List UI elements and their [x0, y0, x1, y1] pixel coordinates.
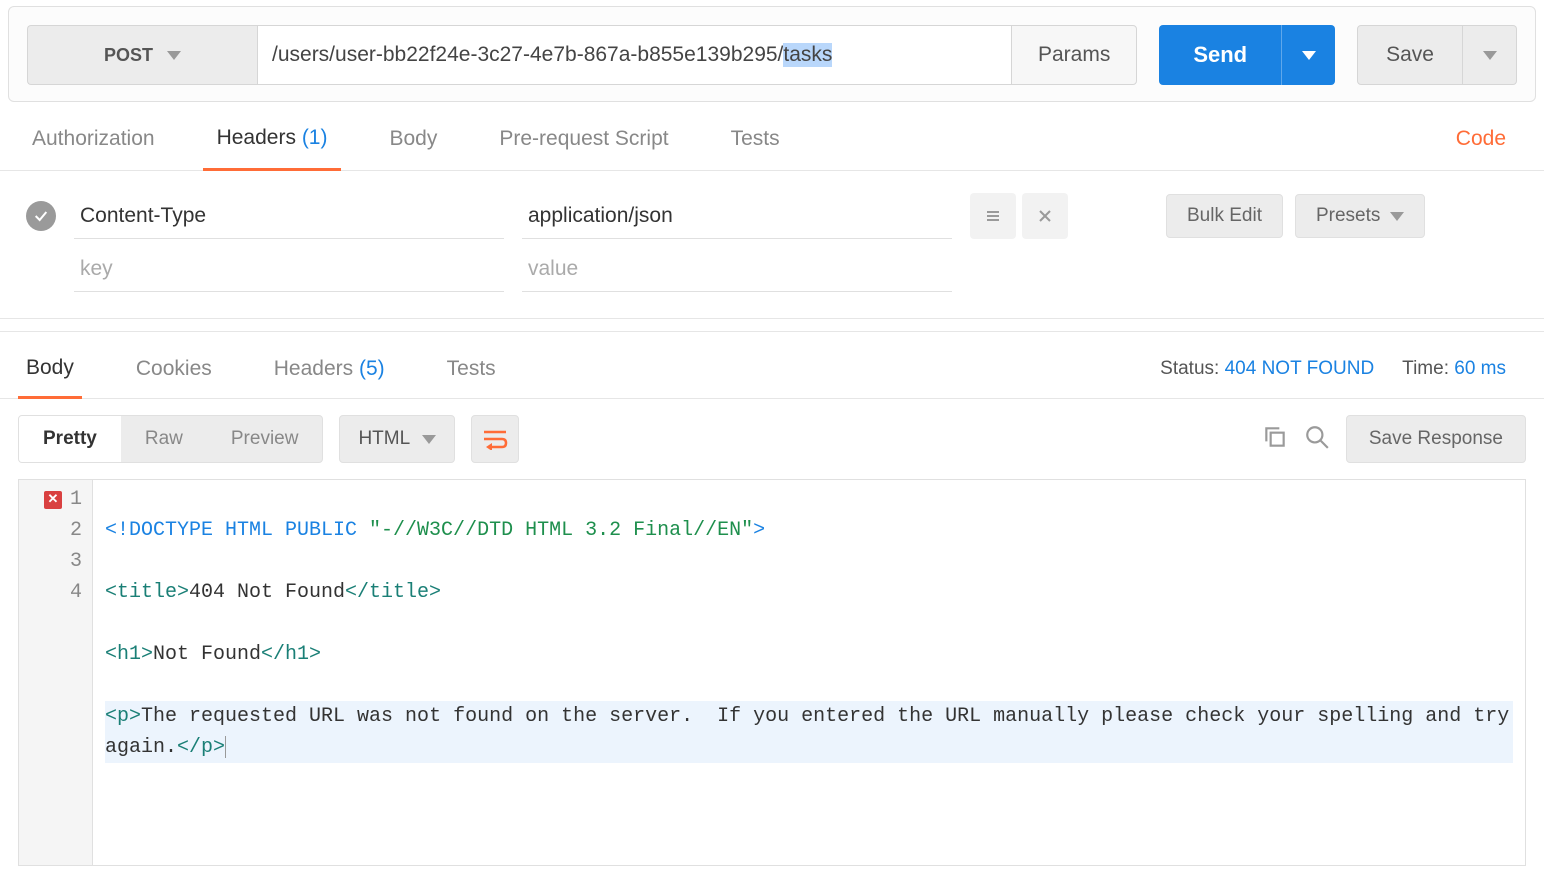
- tab-body[interactable]: Body: [375, 127, 451, 169]
- code-token: <p>: [105, 705, 141, 728]
- code-token: >: [753, 519, 765, 542]
- code-line: <title>404 Not Found</title>: [105, 577, 1513, 608]
- code-token: </h1>: [261, 643, 321, 666]
- line-number: 4: [70, 577, 82, 608]
- code-token: "-//W3C//DTD HTML 3.2 Final//EN": [369, 519, 753, 542]
- code-line: <p>The requested URL was not found on th…: [105, 701, 1513, 763]
- code-token: <!DOCTYPE HTML PUBLIC: [105, 519, 369, 542]
- line-number: 2: [70, 515, 82, 546]
- header-value-input-new[interactable]: [522, 247, 952, 292]
- header-action-buttons: Bulk Edit Presets: [1166, 194, 1425, 238]
- format-label: HTML: [358, 428, 410, 450]
- url-input[interactable]: /users/user-bb22f24e-3c27-4e7b-867a-b855…: [257, 25, 1011, 85]
- header-key-input-new[interactable]: [74, 247, 504, 292]
- error-marker-icon: ✕: [44, 491, 62, 509]
- send-button[interactable]: Send: [1159, 25, 1281, 85]
- header-row: Bulk Edit Presets: [26, 193, 1518, 239]
- view-mode-tabs: Pretty Raw Preview: [18, 415, 323, 463]
- status-label: Status:: [1160, 358, 1219, 379]
- resp-headers-label: Headers: [274, 357, 353, 380]
- copy-icon[interactable]: [1262, 424, 1288, 455]
- request-bar: POST /users/user-bb22f24e-3c27-4e7b-867a…: [27, 25, 1517, 85]
- view-tab-raw[interactable]: Raw: [121, 416, 207, 462]
- chevron-down-icon: [1483, 51, 1497, 60]
- status-value: 404 NOT FOUND: [1225, 358, 1375, 379]
- time-value: 60 ms: [1454, 358, 1506, 379]
- reorder-handle-icon[interactable]: [970, 193, 1016, 239]
- headers-editor: Bulk Edit Presets: [0, 171, 1544, 319]
- response-body-viewer[interactable]: ✕ 1 2 3 4 <!DOCTYPE HTML PUBLIC "-//W3C//…: [18, 479, 1526, 866]
- response-panel: Body Cookies Headers (5) Tests Status: 4…: [0, 331, 1544, 866]
- response-view-bar: Pretty Raw Preview HTML Save Response: [0, 399, 1544, 479]
- chevron-down-icon: [167, 51, 181, 60]
- code-line: <h1>Not Found</h1>: [105, 639, 1513, 670]
- tab-prerequest[interactable]: Pre-request Script: [485, 127, 682, 169]
- send-button-group: Send: [1159, 25, 1335, 85]
- response-tabs: Body Cookies Headers (5) Tests Status: 4…: [0, 332, 1544, 399]
- http-method-label: POST: [104, 45, 153, 66]
- presets-label: Presets: [1316, 205, 1380, 227]
- request-bar-container: POST /users/user-bb22f24e-3c27-4e7b-867a…: [8, 6, 1536, 102]
- line-number: 3: [70, 546, 82, 577]
- save-button-group: Save: [1357, 25, 1517, 85]
- tab-headers-label: Headers: [217, 126, 296, 149]
- resp-tab-body[interactable]: Body: [18, 356, 82, 399]
- wrap-icon: [482, 428, 508, 450]
- http-method-dropdown[interactable]: POST: [27, 25, 257, 85]
- line-number: 1: [70, 484, 82, 515]
- code-token: <title>: [105, 581, 189, 604]
- row-enabled-check-icon[interactable]: [26, 201, 56, 231]
- request-tabs: Authorization Headers (1) Body Pre-reque…: [0, 102, 1544, 171]
- save-button[interactable]: Save: [1357, 25, 1463, 85]
- tab-headers[interactable]: Headers (1): [203, 126, 342, 171]
- code-token: </title>: [345, 581, 441, 604]
- url-text: /users/user-bb22f24e-3c27-4e7b-867a-b855…: [272, 43, 783, 67]
- code-token: </p>: [177, 736, 225, 759]
- code-line: <!DOCTYPE HTML PUBLIC "-//W3C//DTD HTML …: [105, 515, 1513, 546]
- tab-tests[interactable]: Tests: [717, 127, 794, 169]
- response-meta: Status: 404 NOT FOUND Time: 60 ms: [1160, 358, 1526, 396]
- chevron-down-icon: [1302, 51, 1316, 60]
- resp-tab-headers[interactable]: Headers (5): [266, 357, 393, 397]
- view-tab-pretty[interactable]: Pretty: [19, 416, 121, 462]
- headers-count-badge: (1): [302, 126, 328, 149]
- presets-dropdown[interactable]: Presets: [1295, 194, 1425, 238]
- search-icon[interactable]: [1304, 424, 1330, 455]
- delete-row-icon[interactable]: [1022, 193, 1068, 239]
- time-label: Time:: [1402, 358, 1449, 379]
- code-token: 404 Not Found: [189, 581, 345, 604]
- view-tab-preview[interactable]: Preview: [207, 416, 323, 462]
- header-key-input[interactable]: [74, 194, 504, 239]
- chevron-down-icon: [1390, 212, 1404, 221]
- header-row-actions: [970, 193, 1068, 239]
- bulk-edit-button[interactable]: Bulk Edit: [1166, 194, 1283, 238]
- header-value-input[interactable]: [522, 194, 952, 239]
- send-dropdown[interactable]: [1281, 25, 1335, 85]
- save-dropdown[interactable]: [1463, 25, 1517, 85]
- code-token: <h1>: [105, 643, 153, 666]
- wrap-toggle-button[interactable]: [471, 415, 519, 463]
- params-button[interactable]: Params: [1011, 25, 1137, 85]
- line-gutter: ✕ 1 2 3 4: [19, 480, 93, 865]
- code-link[interactable]: Code: [1456, 127, 1526, 169]
- url-text-highlight: tasks: [783, 43, 832, 67]
- resp-tab-cookies[interactable]: Cookies: [128, 357, 220, 397]
- format-dropdown[interactable]: HTML: [339, 415, 455, 463]
- code-body[interactable]: <!DOCTYPE HTML PUBLIC "-//W3C//DTD HTML …: [93, 480, 1525, 865]
- chevron-down-icon: [422, 435, 436, 444]
- status-field: Status: 404 NOT FOUND: [1160, 358, 1374, 380]
- code-token: Not Found: [153, 643, 261, 666]
- time-field: Time: 60 ms: [1402, 358, 1506, 380]
- header-row-new: [26, 247, 1518, 292]
- resp-tab-tests[interactable]: Tests: [439, 357, 504, 397]
- tab-authorization[interactable]: Authorization: [18, 127, 169, 169]
- text-cursor: [225, 736, 226, 758]
- resp-headers-count: (5): [359, 357, 385, 380]
- save-response-button[interactable]: Save Response: [1346, 415, 1526, 463]
- code-token: The requested URL was not found on the s…: [105, 705, 1521, 759]
